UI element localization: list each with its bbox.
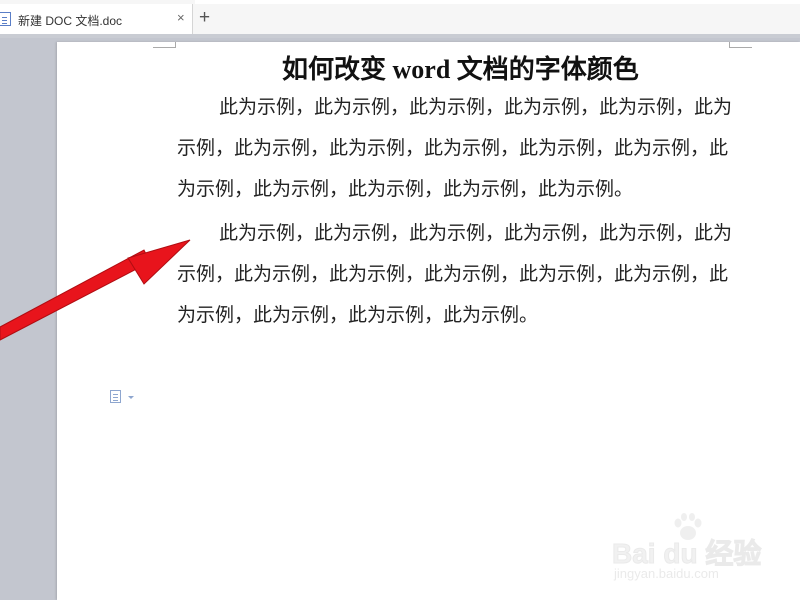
close-icon[interactable]: × — [177, 10, 185, 26]
tab-strip-top — [195, 0, 800, 4]
document-icon — [0, 12, 11, 26]
watermark-url: jingyan.baidu.com — [614, 566, 719, 581]
paragraph-layout-icon[interactable] — [110, 390, 121, 403]
document-paragraph[interactable]: 此为示例，此为示例，此为示例，此为示例，此为示例，此为示例，此为示例，此为示例，… — [177, 213, 732, 336]
baidu-jingyan-watermark: Bai du 经验 jingyan.baidu.com — [610, 512, 790, 592]
document-paragraph[interactable]: 此为示例，此为示例，此为示例，此为示例，此为示例，此为示例，此为示例，此为示例，… — [177, 87, 732, 210]
margin-marker-left — [153, 42, 176, 48]
tab-bar: 新建 DOC 文档.doc × + — [0, 0, 800, 38]
tab-label: 新建 DOC 文档.doc — [18, 14, 123, 28]
margin-marker-right — [729, 42, 752, 48]
chevron-down-icon[interactable] — [128, 396, 134, 399]
plus-icon[interactable]: + — [199, 8, 210, 27]
tab-document[interactable]: 新建 DOC 文档.doc × — [0, 4, 193, 34]
document-title[interactable]: 如何改变 word 文档的字体颜色 — [282, 49, 639, 86]
